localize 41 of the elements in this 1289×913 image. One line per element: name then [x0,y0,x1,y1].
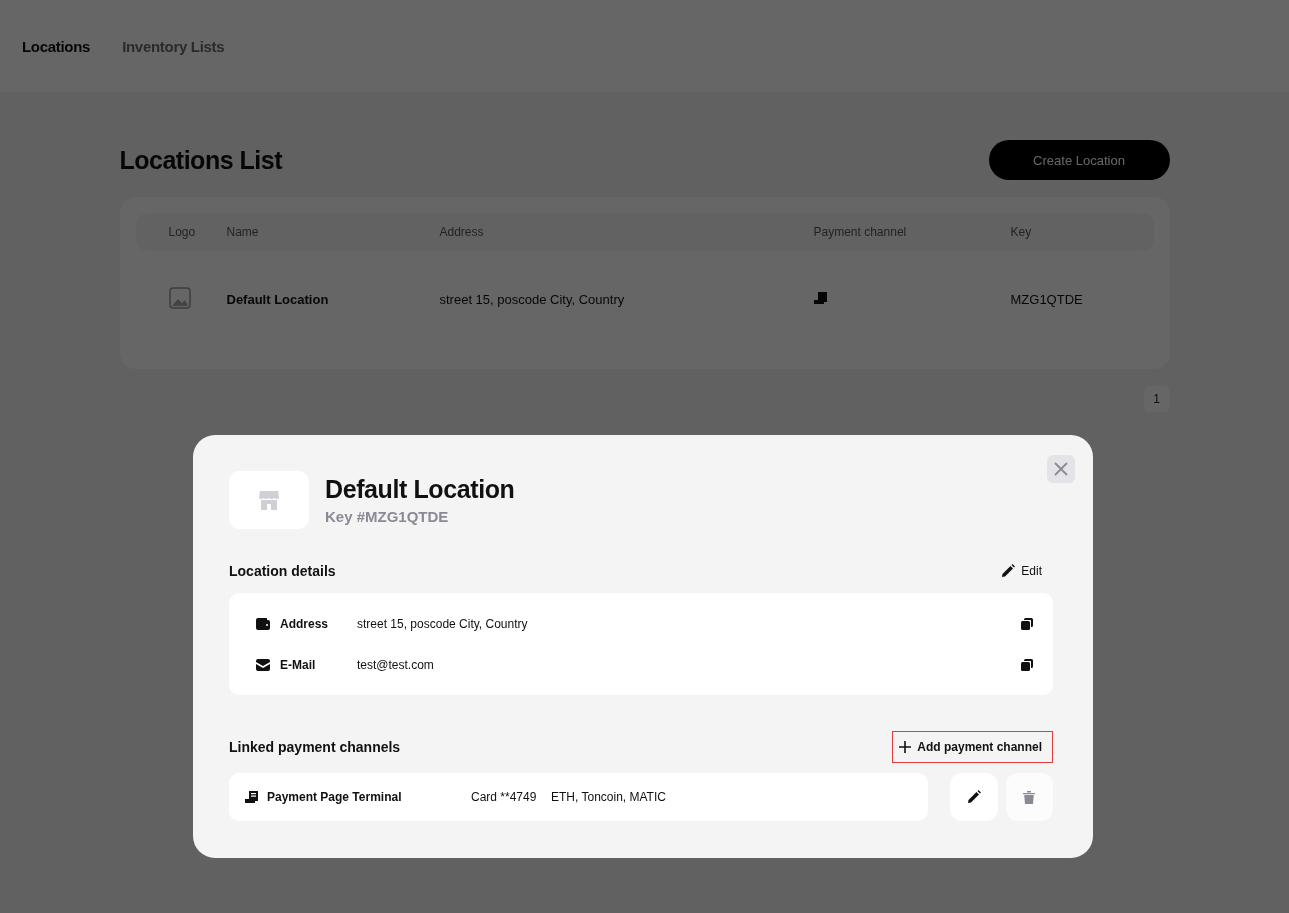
page-title: Locations List [119,145,282,175]
mail-icon [256,658,270,671]
nav-tab[interactable]: Inventory Lists [122,37,225,55]
copy-button[interactable] [1021,658,1033,671]
section-heading: Linked payment channels [229,739,401,755]
terminal-icon [245,791,259,803]
terminal-icon [813,291,828,304]
channel-name: Payment Page Terminal [267,790,403,804]
pencil-icon [1001,564,1016,578]
create-location-button[interactable]: Create Location [988,140,1170,180]
column-header: Address [439,225,485,239]
close-icon [1053,461,1069,477]
column-header: Key [1010,225,1032,239]
add-payment-channel-button[interactable]: Add payment channel [892,731,1053,763]
table-cell-text: Default Location [226,291,330,307]
close-button[interactable] [1047,455,1075,483]
trash-icon [1023,790,1036,804]
column-header: Logo [168,225,197,239]
detail-label: Address [280,616,330,631]
detail-value: test@test.com [357,657,435,672]
detail-value: street 15, poscode City, Country [357,616,529,631]
column-header: Name [226,225,260,239]
card-number: Card **4749 [471,790,538,804]
table-cell-text: street 15, poscode City, Country [439,291,626,307]
nav-tab[interactable]: Locations [22,37,91,55]
table-cell: MZG1QTDE [1010,291,1083,307]
edit-button[interactable]: Edit [1000,555,1053,587]
copy-button[interactable] [1021,617,1033,630]
store-icon [258,489,280,511]
column-header: Payment channel [813,225,908,239]
page-button[interactable]: 1 [1143,386,1170,412]
currency-list: ETH, Toncoin, MATIC [551,790,666,804]
dialog-title: Default Location [325,475,515,504]
section-heading: Location details [229,563,336,579]
wallet-icon [256,617,270,630]
plus-icon [899,741,912,753]
location-key: Key #MZG1QTDE [325,508,515,525]
pencil-icon [966,790,981,804]
detail-label: E-Mail [280,657,317,672]
image-icon [168,286,191,309]
edit-button[interactable] [950,773,998,821]
